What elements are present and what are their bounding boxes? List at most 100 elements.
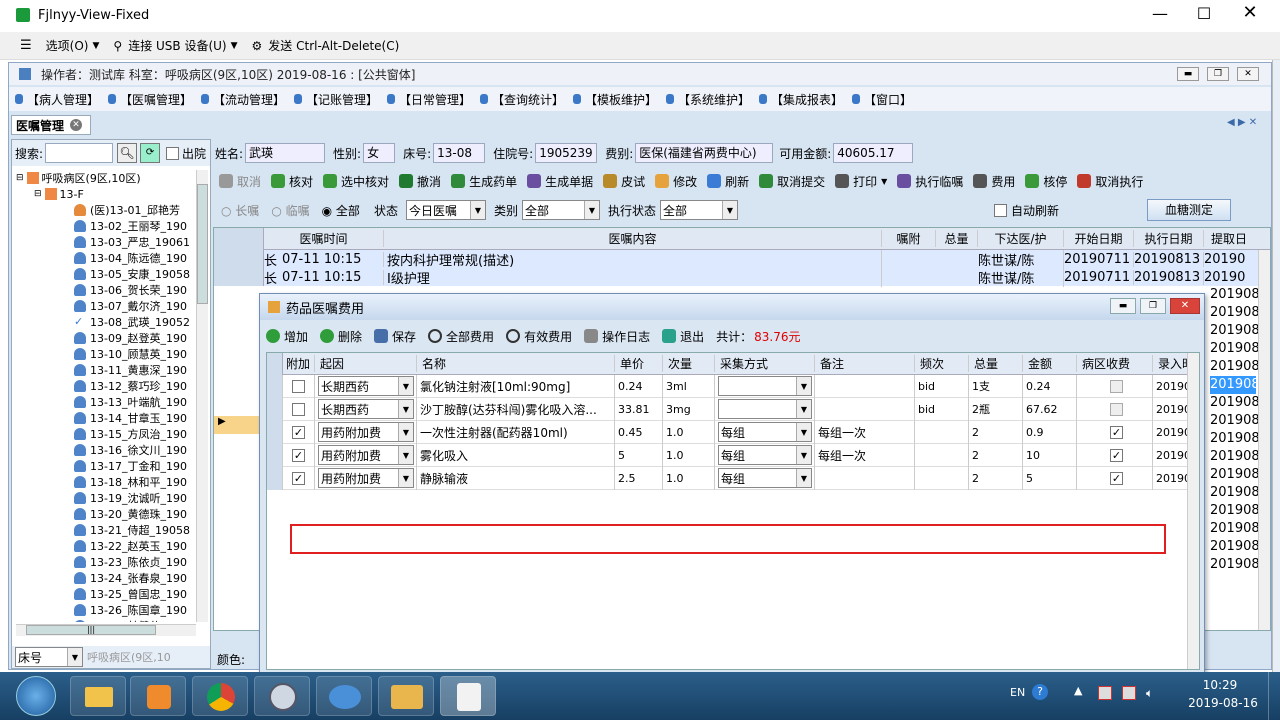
tray-icon-1[interactable] [1098,686,1112,700]
method-cell[interactable]: 每组 ▼ [715,443,815,467]
patient-tree-item[interactable]: 13-27_林健仕_190 [74,618,196,622]
cancel-exec-button[interactable]: 取消执行 [1077,173,1143,190]
patient-tree-item[interactable]: 13-22_赵英玉_190 [74,538,196,554]
tab-orders[interactable]: 医嘱管理 ✕ [11,115,91,135]
cancel-button[interactable]: 取消 [219,173,261,190]
tab-nav-arrows[interactable]: ◀ ▶ ✕ [1227,117,1257,128]
app-minimize-button[interactable]: ▬ [1177,67,1199,81]
compass-taskbar-icon[interactable] [254,676,310,716]
his-taskbar-icon[interactable] [440,676,496,716]
bed-select[interactable]: 床号 ▼ [15,647,83,667]
gen-drug-list-button[interactable]: 生成药单 [451,173,517,190]
refresh-button[interactable]: 刷新 [707,173,749,190]
search-input[interactable] [45,143,114,163]
cause-cell[interactable]: 用药附加费 ▼ [315,466,417,490]
add-cell[interactable]: ✓ [283,420,315,444]
patient-tree-item[interactable]: 13-18_林和平_190 [74,474,196,490]
add-checkbox[interactable] [292,402,305,416]
method-select[interactable]: ▼ [718,376,812,396]
menu-template[interactable]: 【模板维护】 [573,91,666,108]
dialog-minimize-button[interactable]: ▬ [1110,298,1136,314]
explorer-taskbar-icon[interactable] [70,676,126,716]
ward-charge-checkbox[interactable]: ✓ [1110,425,1123,439]
dialog-maximize-button[interactable]: ❐ [1140,298,1166,314]
tab-close-icon[interactable]: ✕ [70,119,83,131]
patient-tree-item[interactable]: 13-15_方凤治_190 [74,426,196,442]
method-select[interactable]: 每组 ▼ [718,445,812,465]
menu-query[interactable]: 【查询统计】 [480,91,573,108]
sql-taskbar-icon[interactable] [378,676,434,716]
cause-select[interactable]: 长期西药 ▼ [318,376,414,396]
ward-select[interactable]: 呼吸病区(9区,10 [87,649,171,665]
ward-charge-cell[interactable]: ✓ [1077,466,1153,490]
method-cell[interactable]: 每组 ▼ [715,466,815,490]
fee-row[interactable]: 长期西药 ▼ 氯化钠注射液[10ml:90mg] 0.24 3ml ▼ bid 1支 0.24 2… [267,374,1199,398]
patient-tree-item[interactable]: 13-24_张春泉_190 [74,570,196,586]
exec-temp-button[interactable]: 执行临嘱 [897,173,963,190]
add-checkbox[interactable] [292,379,305,393]
patient-tree-item[interactable]: 13-14_甘章玉_190 [74,410,196,426]
valid-fee-button[interactable]: 有效费用 [506,328,572,345]
cause-select[interactable]: 用药附加费 ▼ [318,445,414,465]
patient-tree-item[interactable]: 13-19_沈诚听_190 [74,490,196,506]
cause-select[interactable]: 用药附加费 ▼ [318,422,414,442]
ward-charge-cell[interactable] [1077,374,1153,398]
network-taskbar-icon[interactable] [316,676,372,716]
exec-status-select[interactable]: 全部 ▼ [659,200,738,220]
add-checkbox[interactable]: ✓ [292,448,305,462]
menu-orders[interactable]: 【医嘱管理】 [108,91,201,108]
ward-charge-checkbox[interactable]: ✓ [1110,448,1123,462]
patient-tree-item[interactable]: 13-07_戴尔济_190 [74,298,196,314]
ward-charge-checkbox[interactable] [1110,379,1123,393]
order-row[interactable]: 长 07-11 10:15 Ⅰ级护理 陈世谋/陈 20190711 201908… [214,267,1270,287]
ward-charge-cell[interactable] [1077,397,1153,421]
menu-billing[interactable]: 【记账管理】 [294,91,387,108]
patient-tree-item[interactable]: 13-21_侍超_19058 [74,522,196,538]
patient-tree-item[interactable]: 13-10_顾慧英_190 [74,346,196,362]
close-button[interactable]: ✕ [1238,2,1262,23]
menu-flow[interactable]: 【流动管理】 [201,91,294,108]
add-checkbox[interactable]: ✓ [292,425,305,439]
edit-button[interactable]: 修改 [655,173,697,190]
temp-radio[interactable]: ○ 临嘱 [271,202,309,219]
patient-tree-item[interactable]: 13-05_安康_19058 [74,266,196,282]
add-cell[interactable] [283,374,315,398]
fee-row[interactable]: 长期西药 ▼ 沙丁胺醇(达芬科闯)雾化吸入溶... 33.81 3mg ▼ bid 2瓶 67.… [267,397,1199,421]
tree-floor-node[interactable]: ⊟ 13-F [16,186,196,202]
minimize-button[interactable]: — [1148,4,1172,23]
method-cell[interactable]: ▼ [715,397,815,421]
check-button[interactable]: 核对 [271,173,313,190]
gen-document-button[interactable]: 生成单据 [527,173,593,190]
undo-button[interactable]: 撤消 [399,173,441,190]
ward-charge-checkbox[interactable] [1110,402,1123,416]
op-log-button[interactable]: 操作日志 [584,328,650,345]
delete-button[interactable]: 删除 [320,328,362,345]
cause-cell[interactable]: 用药附加费 ▼ [315,420,417,444]
menu-system[interactable]: 【系统维护】 [666,91,759,108]
discharge-checkbox[interactable] [166,146,180,160]
tree-vscroll[interactable] [196,170,208,622]
long-radio[interactable]: ○ 长嘱 [221,202,259,219]
tray-icon-2[interactable] [1122,686,1136,700]
clock-date[interactable]: 2019-08-16 [1188,696,1258,710]
method-select[interactable]: 每组 ▼ [718,422,812,442]
print-button[interactable]: 打印 [835,173,877,190]
patient-tree-item[interactable]: 13-23_陈依贞_190 [74,554,196,570]
select-check-button[interactable]: 选中核对 [323,173,389,190]
method-select[interactable]: 每组 ▼ [718,468,812,488]
patient-tree-item[interactable]: (医)13-01_邱艳芳 [74,202,196,218]
patient-tree-item[interactable]: 13-20_黄德珠_190 [74,506,196,522]
clock-time[interactable]: 10:29 [1194,678,1246,692]
add-cell[interactable]: ✓ [283,443,315,467]
add-button[interactable]: 增加 [266,328,308,345]
exit-button[interactable]: 退出 [662,328,704,345]
cause-cell[interactable]: 长期西药 ▼ [315,397,417,421]
search-button[interactable]: 🔍︎ [117,143,138,163]
volume-icon[interactable]: 🔈︎ [1146,686,1153,701]
status-select[interactable]: 今日医嘱 ▼ [405,200,486,220]
tray-arrow-icon[interactable]: ▲ [1074,684,1082,697]
fee-button[interactable]: 费用 [973,173,1015,190]
media-player-taskbar-icon[interactable] [130,676,186,716]
type-select[interactable]: 全部 ▼ [521,200,600,220]
menu-reports[interactable]: 【集成报表】 [759,91,852,108]
